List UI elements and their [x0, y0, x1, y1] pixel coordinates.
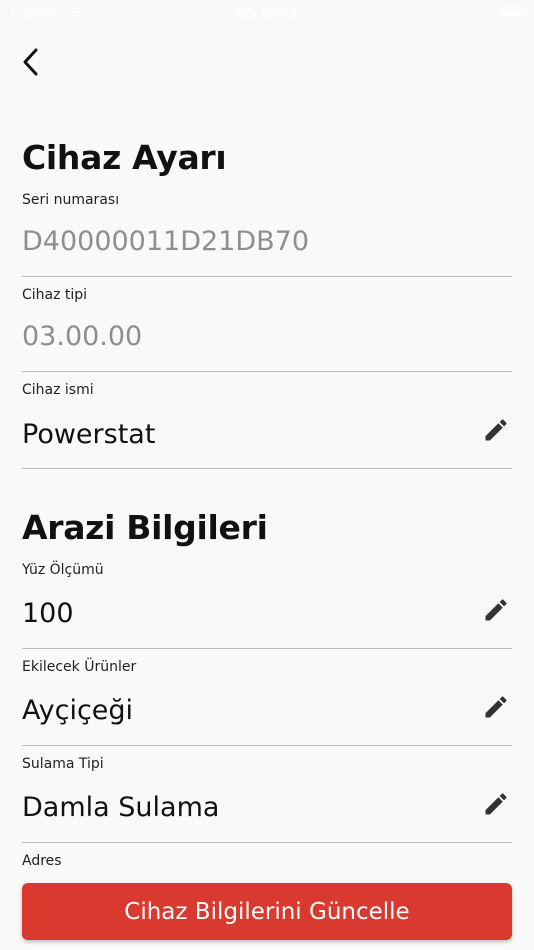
address-field[interactable]: Adres — [22, 853, 512, 883]
serial-number-field: Seri numarası D40000011D21DB70 — [22, 192, 512, 277]
status-time: 05 8:02 — [235, 4, 299, 22]
area-field[interactable]: Yüz Ölçümü 100 — [22, 562, 512, 649]
crops-field[interactable]: Ekilecek Ürünler Ayçiçeği — [22, 659, 512, 746]
device-section-title: Cihaz Ayarı — [22, 138, 227, 177]
irrigation-type-field[interactable]: Sulama Tipi Damla Sulama — [22, 756, 512, 843]
crops-label: Ekilecek Ürünler — [22, 659, 137, 675]
irrigation-type-label: Sulama Tipi — [22, 756, 104, 772]
update-device-info-button[interactable]: Cihaz Bilgilerini Güncelle — [22, 883, 512, 940]
device-name-label: Cihaz ismi — [22, 382, 94, 398]
edit-crops-icon[interactable] — [482, 693, 510, 721]
land-section-title: Arazi Bilgileri — [22, 508, 268, 547]
irrigation-type-value: Damla Sulama — [22, 792, 220, 823]
device-type-value: 03.00.00 — [22, 321, 143, 352]
device-settings-screen: Carrier 05 8:02 Cihaz Ayarı Seri numaras… — [0, 0, 534, 950]
status-bar: Carrier 05 8:02 — [0, 0, 534, 28]
device-type-label: Cihaz tipi — [22, 287, 88, 303]
area-label: Yüz Ölçümü — [22, 562, 104, 578]
device-type-field: Cihaz tipi 03.00.00 — [22, 287, 512, 372]
back-button[interactable] — [14, 44, 48, 80]
edit-device-name-icon[interactable] — [482, 416, 510, 444]
device-name-field[interactable]: Cihaz ismi Powerstat — [22, 382, 512, 469]
edit-area-icon[interactable] — [482, 596, 510, 624]
serial-number-value: D40000011D21DB70 — [22, 226, 310, 257]
address-label: Adres — [22, 853, 62, 869]
chevron-left-icon — [23, 48, 38, 76]
edit-irrigation-type-icon[interactable] — [482, 790, 510, 818]
device-name-value: Powerstat — [22, 419, 156, 450]
battery-fill — [502, 9, 520, 16]
serial-number-label: Seri numarası — [22, 192, 120, 208]
area-value: 100 — [22, 598, 74, 629]
battery-icon — [500, 7, 525, 18]
crops-value: Ayçiçeği — [22, 695, 134, 726]
